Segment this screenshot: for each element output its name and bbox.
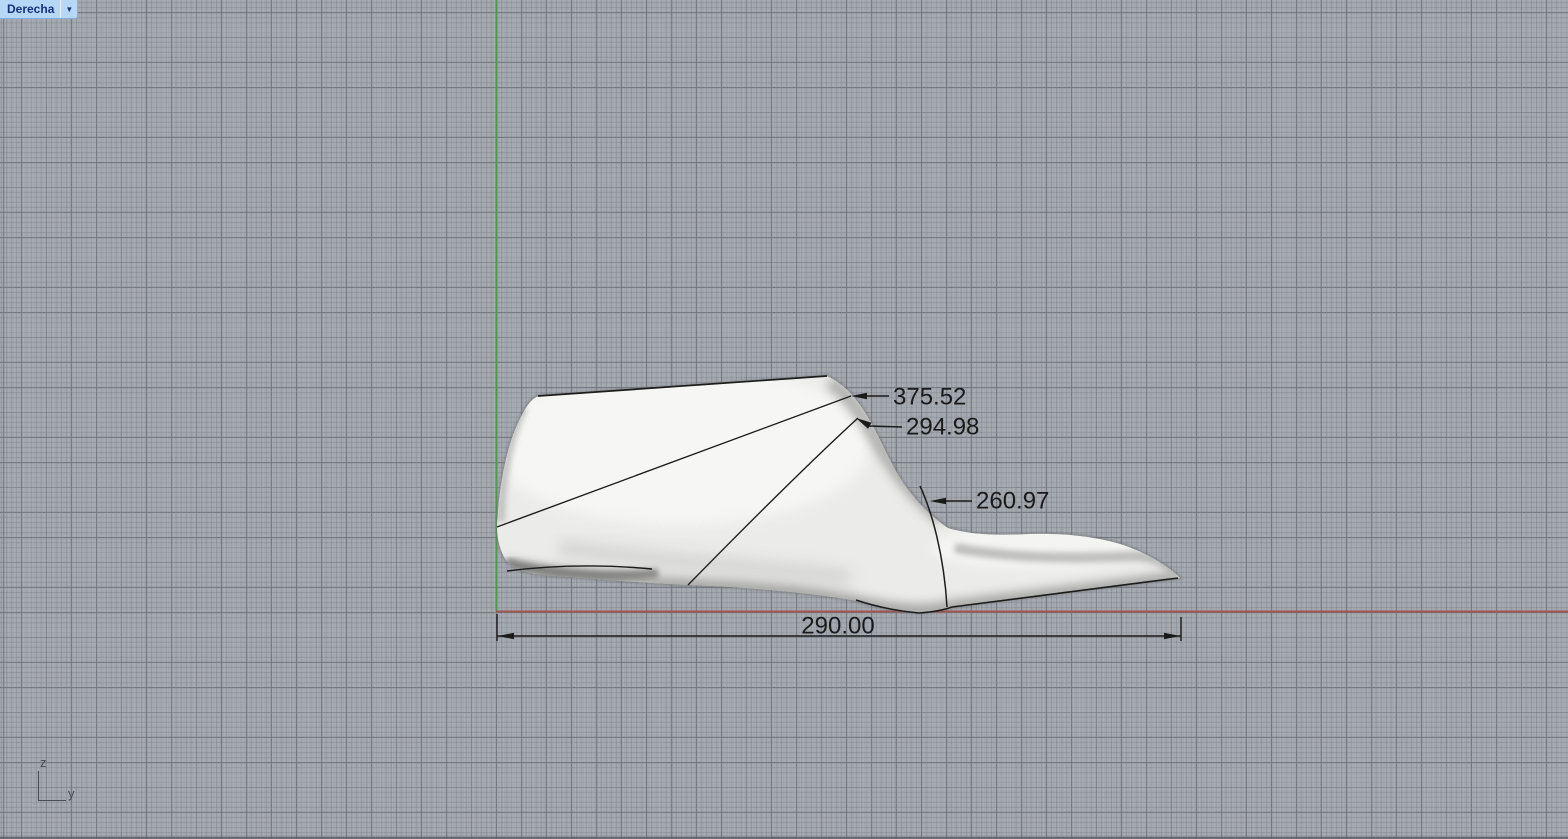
- viewport-title[interactable]: Derecha: [0, 1, 60, 18]
- arrowhead-icon: [930, 497, 946, 505]
- arrowhead-icon: [498, 632, 514, 640]
- axis-indicator: z y: [38, 756, 75, 801]
- leader-dimension-1[interactable]: 375.52: [851, 384, 966, 411]
- axis-y-label: y: [68, 786, 75, 801]
- viewport-title-tab[interactable]: Derecha ▼: [0, 0, 79, 19]
- leader-dimension-3[interactable]: 260.97: [930, 488, 1049, 515]
- axis-z-label: z: [40, 755, 47, 770]
- viewport-right-view: 375.52 294.98 260.97 290.00 Derecha ▼ z …: [0, 0, 1568, 839]
- dimension-label[interactable]: 294.98: [906, 414, 979, 441]
- viewport-bottom-border: [0, 835, 1568, 839]
- linear-dimension-290[interactable]: 290.00: [496, 613, 1182, 642]
- shoe-last-model[interactable]: [490, 365, 1183, 615]
- arrowhead-icon: [1164, 632, 1180, 640]
- model-canvas: 375.52 294.98 260.97 290.00: [490, 0, 1568, 642]
- chevron-down-icon[interactable]: ▼: [61, 1, 77, 18]
- dimension-label[interactable]: 260.97: [976, 488, 1049, 515]
- dimension-label[interactable]: 290.00: [801, 613, 874, 640]
- dimension-label[interactable]: 375.52: [893, 384, 966, 411]
